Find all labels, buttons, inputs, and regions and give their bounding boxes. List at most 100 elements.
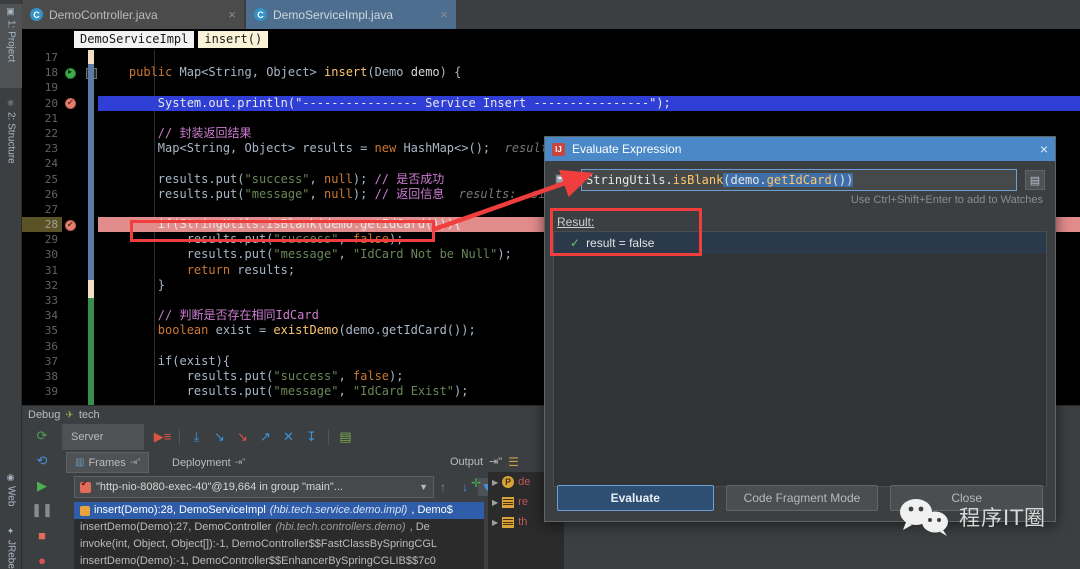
frame-list-item[interactable]: insertDemo(Demo):-1, DemoController$$Enh… bbox=[74, 553, 484, 569]
arrow-up-icon[interactable]: ↑ bbox=[434, 478, 452, 496]
line-number: 20 bbox=[22, 96, 62, 111]
local-var-icon bbox=[502, 517, 514, 528]
evaluate-button-label: Evaluate bbox=[611, 491, 660, 505]
add-watch-icon[interactable]: ✛ bbox=[471, 476, 481, 490]
frames-scrollbar[interactable] bbox=[484, 502, 488, 569]
editor-gutter[interactable]: 17 18 19 20 21 22 23 24 25 26 27 28 29 3… bbox=[22, 50, 94, 405]
frame-list-item[interactable]: insert(Demo):28, DemoServiceImpl (hbi.te… bbox=[74, 502, 484, 519]
step-over-icon[interactable]: ⤓ bbox=[186, 427, 207, 448]
expand-editor-icon[interactable]: ▤ bbox=[1025, 170, 1045, 190]
thread-selector[interactable]: "http-nio-8080-exec-40"@19,664 in group … bbox=[74, 476, 434, 498]
vcs-change-marker bbox=[88, 50, 94, 64]
tab-deployment[interactable]: Deployment ⇥" bbox=[164, 452, 253, 473]
variable-name: re bbox=[518, 496, 528, 508]
resume-program-icon[interactable]: ▶ bbox=[32, 476, 52, 496]
line-number: 17 bbox=[22, 50, 62, 65]
line-number-current: 28 bbox=[22, 217, 62, 232]
dialog-title-bar[interactable]: IJ Evaluate Expression × bbox=[545, 137, 1055, 161]
code-fragment-mode-button[interactable]: Code Fragment Mode bbox=[726, 485, 879, 511]
tab-frames[interactable]: ▥ Frames ⇥" bbox=[66, 452, 149, 473]
result-value: result = false bbox=[586, 236, 654, 250]
frame-list-item[interactable]: invoke(int, Object, Object[]):-1, DemoCo… bbox=[74, 536, 484, 553]
force-step-into-icon[interactable]: ↘ bbox=[232, 427, 253, 448]
expand-triangle-icon[interactable]: ▶ bbox=[492, 518, 498, 527]
refresh-icon[interactable]: ⟲ bbox=[32, 451, 52, 471]
structure-icon: ⚛ bbox=[7, 99, 16, 109]
code-line bbox=[98, 80, 1080, 95]
tab-server[interactable]: Server bbox=[62, 424, 144, 450]
frame-tail: , De bbox=[410, 519, 430, 536]
pin-icon[interactable]: ⇥" bbox=[130, 457, 141, 468]
frames-list[interactable]: insert(Demo):28, DemoServiceImpl (hbi.te… bbox=[74, 502, 484, 569]
run-to-cursor-icon[interactable]: ↧ bbox=[301, 427, 322, 448]
sidebar-item-jrebel-label: JRebel bbox=[6, 540, 17, 569]
tab-demoserviceimpl[interactable]: C DemoServiceImpl.java × bbox=[246, 0, 456, 29]
ide-window: ▣ 1: Project ⚛ 2: Structure ◉ Web ✦ JReb… bbox=[0, 0, 1080, 569]
debug-config-name: tech bbox=[79, 409, 100, 421]
frame-text: insertDemo(Demo):27, DemoController bbox=[80, 519, 271, 536]
sidebar-item-web[interactable]: ◉ Web bbox=[0, 470, 22, 520]
run-to-line-marker-icon[interactable] bbox=[65, 68, 76, 79]
close-icon[interactable]: × bbox=[1040, 141, 1048, 157]
drop-frame-icon[interactable]: ✕ bbox=[278, 427, 299, 448]
toolbar-divider bbox=[328, 429, 329, 445]
breakpoint-icon-line20[interactable] bbox=[65, 98, 76, 109]
chevron-down-icon[interactable]: ▼ bbox=[419, 482, 428, 492]
frame-text: insert(Demo):28, DemoServiceImpl bbox=[94, 502, 266, 519]
tab-server-label: Server bbox=[71, 431, 103, 443]
sidebar-item-web-label: Web bbox=[6, 486, 17, 506]
line-number: 31 bbox=[22, 263, 62, 278]
line-number: 26 bbox=[22, 187, 62, 202]
breadcrumb-class[interactable]: DemoServiceImpl bbox=[74, 31, 194, 48]
step-out-icon[interactable]: ↗ bbox=[255, 427, 276, 448]
dialog-title: Evaluate Expression bbox=[572, 142, 1033, 156]
result-label: Result: bbox=[545, 206, 1055, 231]
frame-list-item[interactable]: insertDemo(Demo):27, DemoController (hbi… bbox=[74, 519, 484, 536]
line-number: 36 bbox=[22, 339, 62, 354]
expression-dot: . bbox=[665, 173, 672, 187]
thread-label: "http-nio-8080-exec-40"@19,664 in group … bbox=[96, 481, 343, 493]
breadcrumb-method[interactable]: insert() bbox=[198, 31, 268, 48]
pin-icon[interactable]: ⇥" bbox=[235, 457, 246, 468]
variable-name: de bbox=[518, 476, 530, 488]
evaluate-button[interactable]: Evaluate bbox=[557, 485, 714, 511]
line-number: 19 bbox=[22, 80, 62, 95]
line-number: 38 bbox=[22, 369, 62, 384]
thread-icon bbox=[80, 482, 91, 493]
sidebar-item-project[interactable]: ▣ 1: Project bbox=[0, 4, 22, 88]
close-icon[interactable]: × bbox=[440, 7, 448, 22]
expression-input[interactable]: StringUtils.isBlank(demo.getIdCard()) bbox=[581, 169, 1017, 191]
debug-control-toolbar: ⟳ ⟲ ▶ ❚❚ ■ ● bbox=[22, 424, 62, 569]
close-button[interactable]: Close bbox=[890, 485, 1043, 511]
tab-demoserviceimpl-label: DemoServiceImpl.java bbox=[273, 8, 434, 22]
close-icon[interactable]: × bbox=[228, 7, 236, 22]
result-tree[interactable]: ✓ result = false bbox=[553, 231, 1047, 487]
evaluate-expression-dialog: IJ Evaluate Expression × StringUtils.isB… bbox=[544, 136, 1056, 522]
param-icon: P bbox=[502, 476, 514, 488]
tab-frames-label: Frames bbox=[88, 457, 125, 469]
result-row[interactable]: ✓ result = false bbox=[554, 232, 1046, 254]
expression-close-paren: ) bbox=[846, 173, 853, 187]
result-label-text: Result: bbox=[557, 215, 594, 229]
stop-icon[interactable]: ■ bbox=[32, 525, 52, 545]
dialog-button-bar: Evaluate Code Fragment Mode Close bbox=[545, 475, 1055, 521]
tab-output[interactable]: Output ⇥" ☰ bbox=[450, 452, 519, 471]
breakpoint-icon-line28[interactable] bbox=[65, 220, 76, 231]
show-execution-point-icon[interactable]: ▶≡ bbox=[152, 427, 173, 448]
java-class-icon: C bbox=[254, 8, 267, 21]
expand-triangle-icon[interactable]: ▶ bbox=[492, 478, 498, 487]
pin-icon[interactable]: ⇥" bbox=[489, 455, 502, 468]
evaluate-expression-icon[interactable]: ▤ bbox=[335, 427, 356, 448]
sidebar-item-jrebel[interactable]: ✦ JRebel bbox=[0, 524, 22, 569]
expand-triangle-icon[interactable]: ▶ bbox=[492, 498, 498, 507]
editor-tab-bar: C DemoController.java × C DemoServiceImp… bbox=[22, 0, 1080, 29]
tab-democontroller[interactable]: C DemoController.java × bbox=[22, 0, 244, 29]
step-into-icon[interactable]: ↘ bbox=[209, 427, 230, 448]
rerun-icon[interactable]: ⟳ bbox=[32, 426, 52, 446]
variable-name: th bbox=[518, 516, 527, 528]
pause-program-icon[interactable]: ❚❚ bbox=[32, 500, 52, 520]
sidebar-item-structure-label: 2: Structure bbox=[6, 112, 17, 164]
frame-package: (hbi.tech.controllers.demo) bbox=[275, 519, 405, 536]
view-breakpoints-icon[interactable]: ● bbox=[32, 550, 52, 569]
sidebar-item-structure[interactable]: ⚛ 2: Structure bbox=[0, 96, 22, 184]
